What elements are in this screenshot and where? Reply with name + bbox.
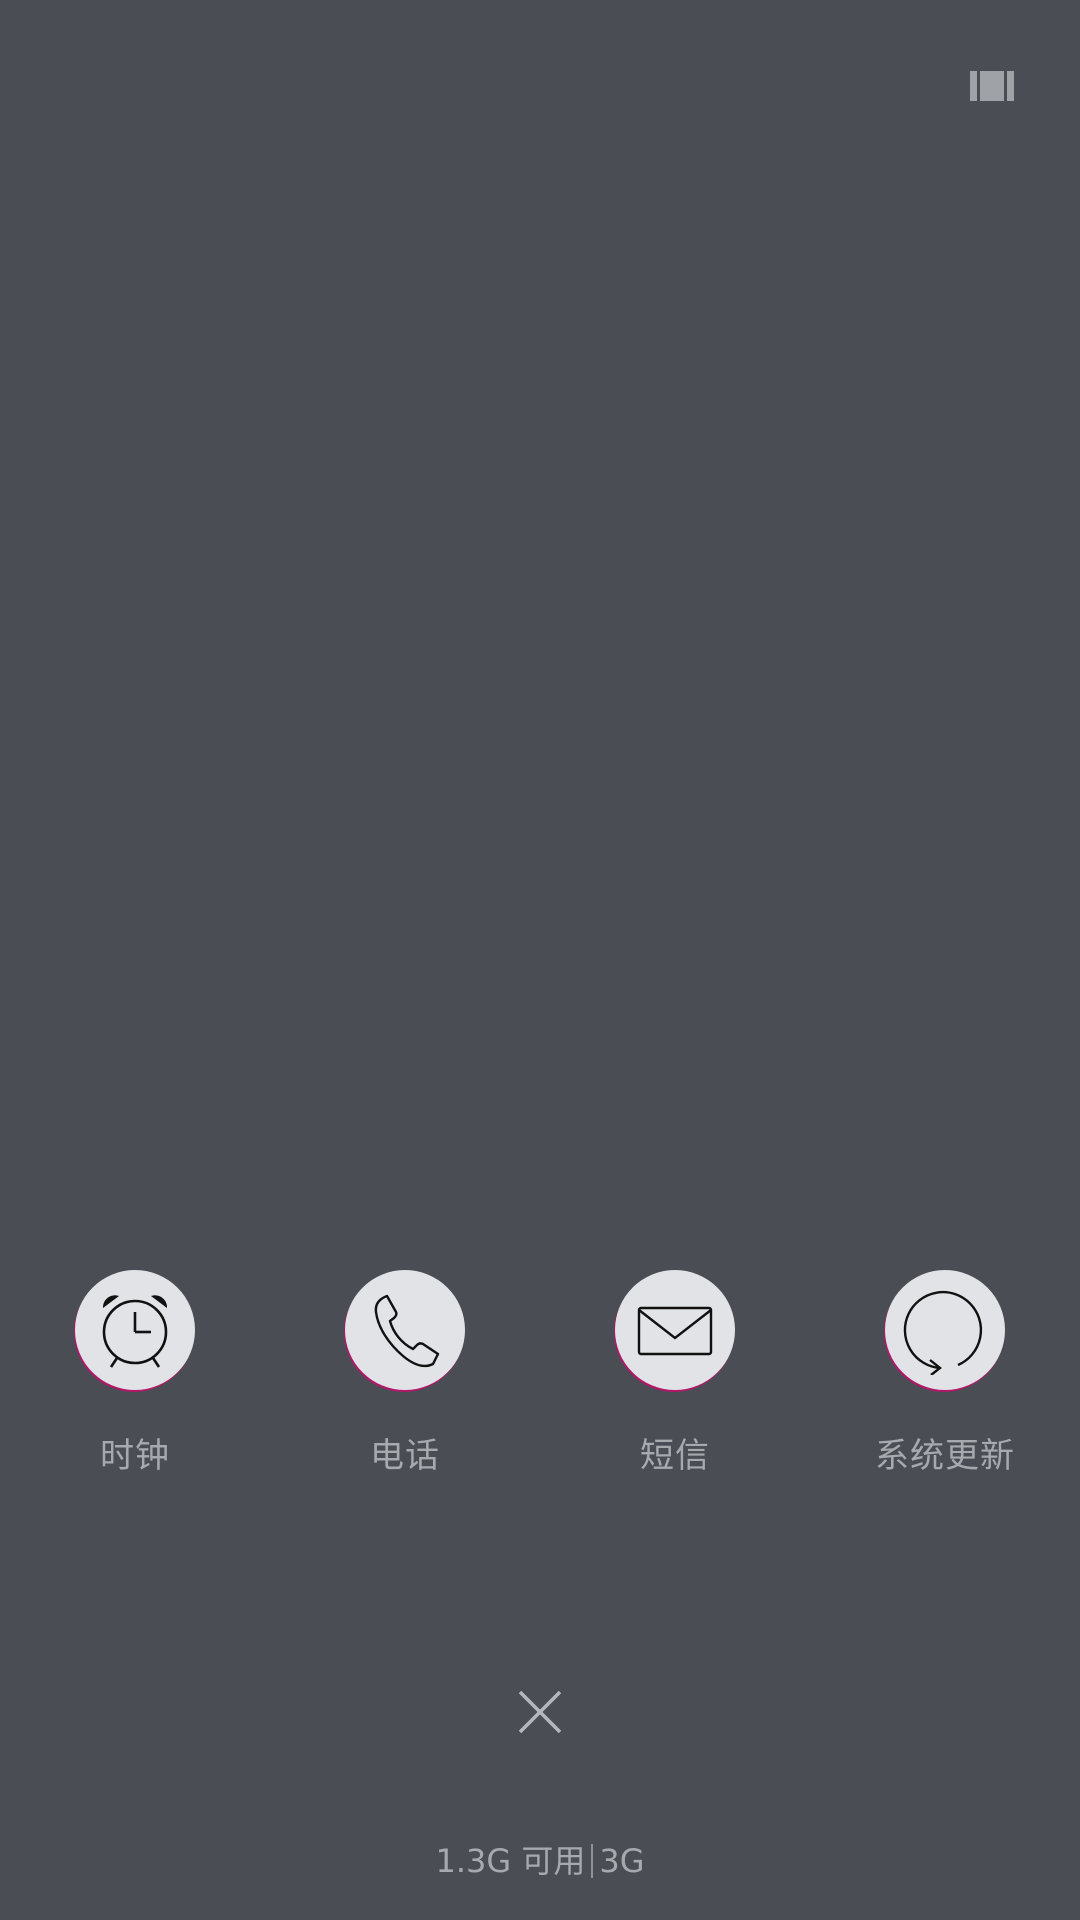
app-clock[interactable]: 时钟 (25, 1270, 245, 1477)
app-phone-icon-circle[interactable] (345, 1270, 465, 1390)
alarm-clock-icon (102, 1295, 168, 1368)
app-messages[interactable]: 短信 (565, 1270, 785, 1477)
app-clock-icon-circle[interactable] (75, 1270, 195, 1390)
app-clock-label: 时钟 (100, 1436, 170, 1476)
recent-apps-row: 时钟 电话 短信 系统更新 (0, 1270, 1080, 1480)
envelope-icon (637, 1306, 713, 1356)
app-messages-icon-circle[interactable] (615, 1270, 735, 1390)
memory-divider (591, 1844, 594, 1878)
app-system-update-icon-circle[interactable] (885, 1270, 1005, 1390)
app-system-update[interactable]: 系统更新 (835, 1270, 1055, 1477)
app-system-update-label: 系统更新 (875, 1436, 1015, 1476)
memory-total: 3G (599, 1842, 645, 1880)
memory-status: 1.3G 可用 3G (0, 1836, 1080, 1882)
close-icon (518, 1690, 562, 1734)
app-phone[interactable]: 电话 (295, 1270, 515, 1477)
memory-available: 1.3G 可用 (435, 1842, 586, 1880)
recent-apps-screen: 时钟 电话 短信 系统更新 1.3G 可用 3G (0, 0, 1080, 1920)
app-phone-label: 电话 (370, 1436, 440, 1476)
app-messages-label: 短信 (640, 1436, 710, 1476)
refresh-icon (903, 1290, 983, 1375)
multi-window-toggle-icon (970, 71, 1014, 101)
phone-handset-icon (374, 1294, 440, 1368)
multi-window-toggle-button[interactable] (968, 66, 1016, 106)
close-all-button[interactable] (510, 1682, 570, 1742)
